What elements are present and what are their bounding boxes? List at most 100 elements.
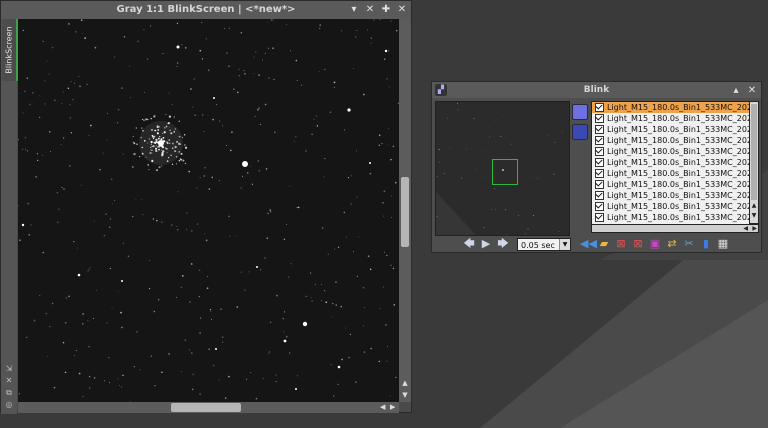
file-list-item[interactable]: Light_M15_180.0s_Bin1_533MC_2024 — [592, 168, 750, 179]
auto-stretch-button[interactable] — [572, 124, 588, 140]
file-checkbox[interactable] — [595, 125, 604, 134]
file-checkbox[interactable] — [595, 103, 604, 112]
faint-star — [311, 133, 313, 136]
file-checkbox[interactable] — [595, 147, 604, 156]
chevron-down-icon[interactable]: ▼ — [559, 238, 570, 250]
crop-icon[interactable]: ✂ — [682, 237, 696, 251]
list-down-arrow-icon[interactable]: ▼ — [750, 212, 758, 219]
statistics-icon[interactable]: ▮ — [699, 237, 713, 251]
zoom-icon[interactable]: ⇲ — [6, 364, 13, 374]
horizontal-scrollbar[interactable]: ◀ ▶ — [18, 402, 399, 413]
fit-icon[interactable]: ✕ — [6, 376, 13, 386]
file-list-item[interactable]: Light_M15_180.0s_Bin1_533MC_2024 — [592, 146, 750, 157]
faint-star — [382, 202, 384, 204]
cluster-star — [156, 150, 158, 152]
cluster-star — [179, 158, 182, 160]
image-canvas[interactable] — [18, 19, 399, 402]
faint-star — [238, 68, 240, 70]
close-selected-icon[interactable]: ⊠ — [614, 237, 628, 251]
tab-blinkscreen[interactable]: BlinkScreen — [2, 19, 18, 81]
file-list-item[interactable]: Light_M15_180.0s_Bin1_533MC_2024 — [592, 124, 750, 135]
file-checkbox[interactable] — [595, 158, 604, 167]
blink-shade-button[interactable]: ▴ — [731, 83, 741, 99]
scroll-right-arrow-icon[interactable]: ▶ — [390, 402, 395, 413]
faint-star — [67, 87, 70, 90]
scroll-left-arrow-icon[interactable]: ◀ — [380, 402, 385, 413]
list-up-arrow-icon[interactable]: ▲ — [750, 202, 758, 209]
play-icon[interactable]: ▶ — [479, 237, 493, 251]
faint-star — [198, 296, 200, 298]
file-list-item[interactable]: Light_M15_180.0s_Bin1_533MC_2024 — [592, 102, 750, 113]
blink-window-titlebar[interactable]: ▞ Blink ▴ ✕ — [432, 82, 761, 98]
file-list-scrollbar[interactable]: ▲ ▼ — [749, 101, 759, 224]
minimize-button[interactable]: ✕ — [365, 1, 375, 19]
shade-button[interactable]: ▾ — [349, 1, 359, 19]
cluster-star — [147, 142, 149, 144]
histogram-stf-button[interactable] — [572, 104, 588, 120]
file-checkbox[interactable] — [595, 213, 604, 222]
horizontal-scroll-thumb[interactable] — [171, 403, 241, 412]
file-list-item[interactable]: Light_M15_180.0s_Bin1_533MC_2024 — [592, 179, 750, 190]
open-folder-icon[interactable]: ▰ — [597, 237, 611, 251]
file-list-item[interactable]: Light_M15_180.0s_Bin1_533MC_2024 — [592, 135, 750, 146]
image-window-titlebar[interactable]: Gray 1:1 BlinkScreen | <*new*> ▾ ✕ ✚ ✕ — [1, 1, 411, 19]
faint-star — [395, 29, 398, 32]
faint-star — [282, 317, 285, 320]
faint-star — [269, 209, 272, 211]
preview-star — [553, 173, 555, 175]
faint-star — [26, 77, 29, 79]
file-list-item[interactable]: Light_M15_180.0s_Bin1_533MC_2024 — [592, 113, 750, 124]
save-icon[interactable]: ▣ — [648, 237, 662, 251]
file-checkbox[interactable] — [595, 114, 604, 123]
copy-icon[interactable]: ⧉ — [6, 388, 12, 398]
vertical-scrollbar[interactable]: ▲ ▼ — [399, 19, 411, 402]
close-all-icon[interactable]: ⊠ — [631, 237, 645, 251]
preview-roi-box[interactable] — [492, 159, 518, 185]
file-checkbox[interactable] — [595, 136, 604, 145]
file-checkbox[interactable] — [595, 202, 604, 211]
image-window[interactable]: Gray 1:1 BlinkScreen | <*new*> ▾ ✕ ✚ ✕ B… — [0, 0, 412, 414]
next-image-icon[interactable]: 🡆 — [496, 237, 510, 251]
blink-window[interactable]: ▞ Blink ▴ ✕ Light_M15_180.0s_Bin1_533MC_… — [431, 81, 762, 253]
cluster-star — [173, 116, 175, 118]
scroll-down-arrow-icon[interactable]: ▼ — [399, 391, 411, 399]
bright-star — [121, 280, 123, 282]
list-right-arrow-icon[interactable]: ▶ — [752, 225, 757, 232]
file-list[interactable]: Light_M15_180.0s_Bin1_533MC_2024 Light_M1… — [591, 101, 751, 226]
faint-star — [389, 395, 391, 397]
vertical-scroll-thumb[interactable] — [401, 177, 409, 247]
maximize-button[interactable]: ✚ — [381, 1, 391, 19]
faint-star — [250, 165, 251, 167]
faint-star — [267, 47, 270, 49]
tab-blinkscreen-label: BlinkScreen — [4, 26, 14, 74]
cluster-star — [141, 127, 143, 129]
file-checkbox[interactable] — [595, 169, 604, 178]
faint-star — [391, 195, 393, 197]
faint-star — [367, 255, 370, 257]
file-list-item[interactable]: Light_M15_180.0s_Bin1_533MC_2024 — [592, 201, 750, 212]
file-list-item[interactable]: Light_M15_180.0s_Bin1_533MC_2024 — [592, 157, 750, 168]
close-button[interactable]: ✕ — [397, 1, 407, 19]
file-checkbox[interactable] — [595, 191, 604, 200]
blink-close-button[interactable]: ✕ — [747, 83, 757, 99]
faint-star — [386, 345, 388, 347]
rewind-icon[interactable]: ◀◀ — [580, 237, 597, 251]
file-list-item[interactable]: Light_M15_180.0s_Bin1_533MC_2024 — [592, 190, 750, 201]
faint-star — [156, 219, 158, 222]
file-list-scroll-thumb[interactable] — [751, 104, 757, 200]
blink-speed-select[interactable]: 0.05 sec ▼ — [517, 237, 571, 251]
file-list-item[interactable]: Light_M15_180.0s_Bin1_533MC_2024 — [592, 212, 750, 223]
faint-star — [206, 276, 209, 278]
faint-star — [316, 125, 319, 127]
scroll-up-arrow-icon[interactable]: ▲ — [399, 379, 411, 387]
blink-preview[interactable] — [435, 101, 570, 236]
move-files-icon[interactable]: ⇄ — [665, 237, 679, 251]
file-checkbox[interactable] — [595, 180, 604, 189]
video-icon[interactable]: ▦ — [716, 237, 730, 251]
faint-star — [238, 75, 240, 77]
list-left-arrow-icon[interactable]: ◀ — [743, 225, 748, 232]
faint-star — [70, 81, 72, 83]
file-list-horizontal-scrollbar[interactable]: ◀ ▶ — [591, 224, 759, 233]
previous-image-icon[interactable]: 🡄 — [462, 237, 476, 251]
settings-icon[interactable]: ◎ — [6, 400, 13, 410]
